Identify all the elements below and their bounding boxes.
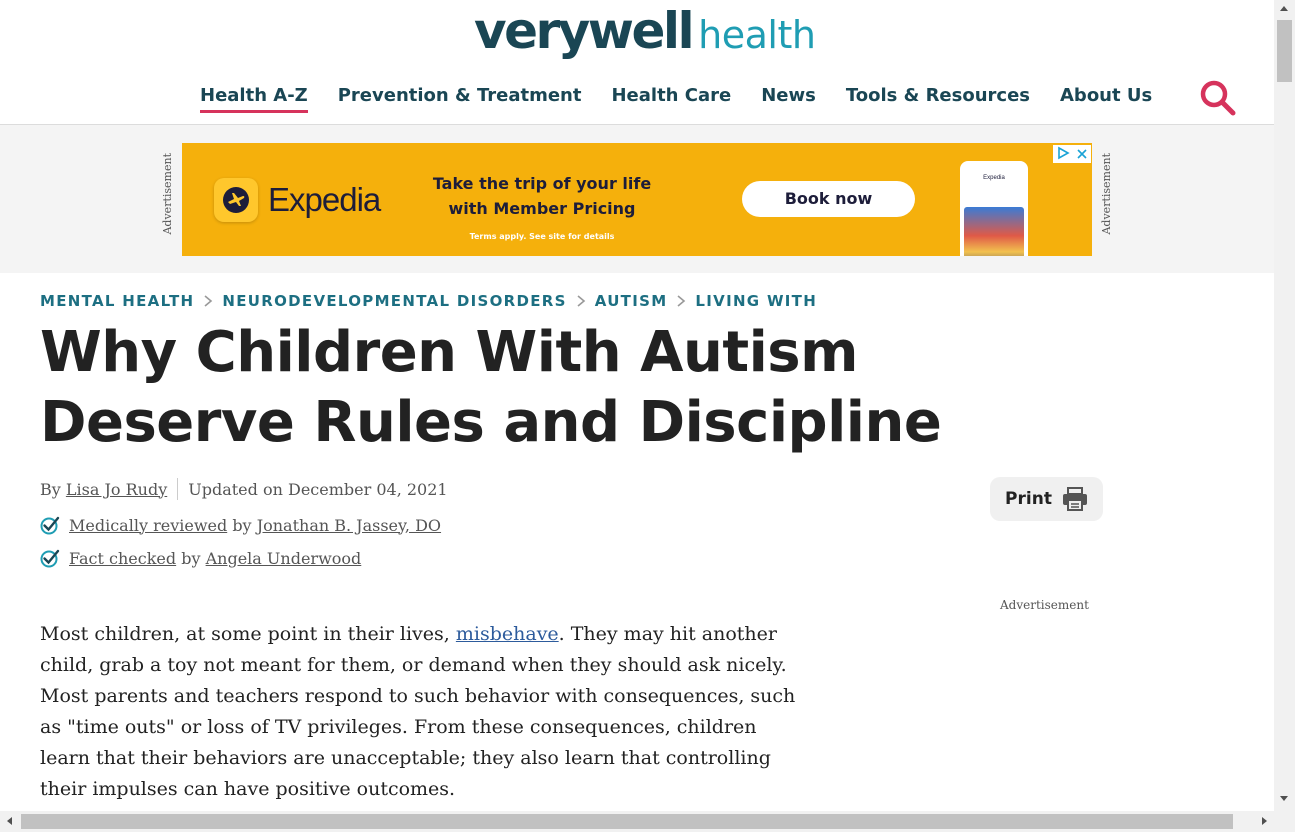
- expedia-plane-icon: [214, 178, 258, 222]
- print-button[interactable]: Print: [990, 477, 1103, 521]
- ad-close-icon[interactable]: [1076, 145, 1088, 164]
- ad-phone-image: Expedia: [960, 161, 1028, 256]
- check-badge-icon: [40, 549, 60, 568]
- byline-prefix: By: [40, 479, 61, 499]
- checker-by: by: [181, 548, 201, 568]
- fact-check-row: Fact checked by Angela Underwood: [40, 548, 361, 568]
- breadcrumb-neurodevelopmental[interactable]: NEURODEVELOPMENTAL DISORDERS: [222, 292, 566, 310]
- chevron-right-icon: [676, 294, 686, 308]
- scroll-down-icon[interactable]: [1280, 796, 1288, 801]
- side-ad-label: Advertisement: [1000, 598, 1089, 612]
- scroll-right-icon[interactable]: [1262, 817, 1267, 825]
- medically-reviewed-link[interactable]: Medically reviewed: [69, 516, 227, 535]
- phone-brand: Expedia: [983, 175, 1005, 181]
- medical-review-row: Medically reviewed by Jonathan B. Jassey…: [40, 515, 441, 535]
- ad-terms: Terms apply. See site for details: [469, 232, 615, 241]
- nav-prevention-treatment[interactable]: Prevention & Treatment: [338, 84, 582, 113]
- misbehave-link[interactable]: misbehave: [456, 623, 559, 645]
- scroll-left-icon[interactable]: [7, 817, 12, 825]
- updated-date: Updated on December 04, 2021: [188, 479, 448, 499]
- breadcrumb-autism[interactable]: AUTISM: [595, 292, 668, 310]
- chevron-right-icon: [576, 294, 586, 308]
- printer-icon: [1062, 487, 1087, 511]
- ad-tagline: Take the trip of your life with Member P…: [414, 171, 670, 221]
- logo-sub-text: health: [698, 13, 816, 57]
- check-badge-icon: [40, 516, 60, 535]
- nav-health-care[interactable]: Health Care: [611, 84, 731, 113]
- site-header: verywell health Health A-Z Prevention & …: [0, 0, 1274, 125]
- book-now-button[interactable]: Book now: [742, 181, 915, 217]
- byline: By Lisa Jo Rudy Updated on December 04, …: [40, 478, 448, 500]
- site-logo[interactable]: verywell health: [474, 2, 816, 70]
- breadcrumb: MENTAL HEALTH NEURODEVELOPMENTAL DISORDE…: [40, 292, 817, 310]
- reviewer-by: by: [232, 515, 252, 535]
- ad-tagline-line2: with Member Pricing: [448, 199, 636, 218]
- scroll-up-icon[interactable]: [1280, 6, 1288, 11]
- vertical-scroll-thumb[interactable]: [1277, 20, 1292, 82]
- nav-about-us[interactable]: About Us: [1060, 84, 1152, 113]
- adchoices-controls: [1053, 145, 1091, 163]
- phone-photo: [964, 207, 1024, 256]
- nav-health-a-z[interactable]: Health A-Z: [200, 84, 308, 113]
- ad-label-right: Advertisement: [1100, 153, 1113, 235]
- ad-label-left: Advertisement: [161, 153, 174, 235]
- breadcrumb-living-with[interactable]: LIVING WITH: [695, 292, 817, 310]
- body-text-end: . They may hit another child, grab a toy…: [40, 623, 796, 800]
- byline-divider: [177, 478, 179, 500]
- reviewer-link[interactable]: Jonathan B. Jassey, DO: [257, 516, 441, 535]
- ad-tagline-line1: Take the trip of your life: [432, 174, 652, 193]
- checker-link[interactable]: Angela Underwood: [206, 549, 362, 568]
- nav-news[interactable]: News: [761, 84, 816, 113]
- logo-main-text: verywell: [474, 2, 695, 60]
- article-title: Why Children With Autism Deserve Rules a…: [40, 320, 942, 455]
- vertical-scrollbar[interactable]: [1274, 0, 1295, 811]
- adchoices-icon[interactable]: [1056, 145, 1070, 164]
- fact-checked-link[interactable]: Fact checked: [69, 549, 176, 568]
- body-text-start: Most children, at some point in their li…: [40, 623, 456, 645]
- search-icon[interactable]: [1198, 78, 1238, 118]
- chevron-right-icon: [203, 294, 213, 308]
- article-paragraph: Most children, at some point in their li…: [40, 619, 800, 805]
- nav-tools-resources[interactable]: Tools & Resources: [846, 84, 1030, 113]
- breadcrumb-mental-health[interactable]: MENTAL HEALTH: [40, 292, 194, 310]
- horizontal-scroll-thumb[interactable]: [21, 814, 1233, 829]
- print-label: Print: [1005, 489, 1052, 509]
- horizontal-scrollbar[interactable]: [0, 811, 1295, 832]
- expedia-ad-banner[interactable]: Expedia Take the trip of your life with …: [182, 143, 1092, 256]
- author-link[interactable]: Lisa Jo Rudy: [66, 480, 167, 499]
- expedia-brand: Expedia: [268, 181, 381, 218]
- ad-band: Advertisement Advertisement Expedia Take…: [0, 125, 1274, 273]
- main-nav: Health A-Z Prevention & Treatment Health…: [200, 84, 1182, 113]
